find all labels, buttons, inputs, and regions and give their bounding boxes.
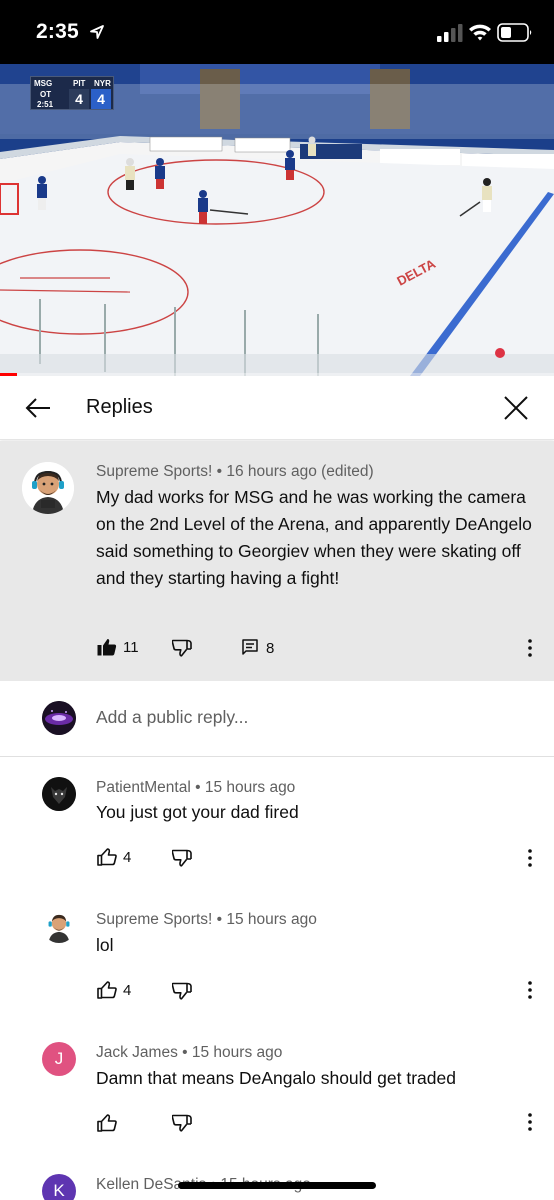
thumbs-up-icon bbox=[97, 1114, 117, 1132]
avatar[interactable] bbox=[22, 462, 74, 514]
thumbs-down-icon[interactable] bbox=[172, 639, 192, 657]
avatar-letter: J bbox=[54, 1049, 64, 1068]
more-vertical-icon[interactable] bbox=[525, 638, 535, 658]
thumbs-up-icon bbox=[97, 848, 117, 866]
location-arrow-icon bbox=[90, 25, 104, 39]
home-team: NYR bbox=[94, 79, 111, 88]
status-bar: 2:35 bbox=[0, 0, 554, 64]
thumbs-up-filled-icon bbox=[97, 639, 117, 656]
thumbs-down-icon[interactable] bbox=[172, 1114, 192, 1132]
like-button[interactable] bbox=[97, 1114, 117, 1132]
like-count: 4 bbox=[123, 981, 132, 999]
comment-icon bbox=[242, 639, 258, 655]
avatar[interactable] bbox=[42, 909, 76, 943]
thumbs-up-icon bbox=[97, 981, 117, 999]
status-time: 2:35 bbox=[36, 20, 79, 43]
close-icon[interactable] bbox=[502, 394, 530, 422]
more-vertical-icon[interactable] bbox=[525, 848, 535, 868]
replies-header: Replies bbox=[0, 376, 554, 440]
reply-input-row[interactable]: Add a public reply... bbox=[0, 681, 554, 757]
home-score: 4 bbox=[91, 89, 111, 109]
thumbs-down-icon[interactable] bbox=[172, 849, 192, 867]
reply-count: 8 bbox=[266, 639, 275, 657]
user-avatar-icon bbox=[42, 701, 76, 735]
scoreboard: MSG PIT NYR OT 2:51 4 4 bbox=[30, 76, 114, 110]
away-team: PIT bbox=[73, 79, 86, 88]
panther-avatar-icon bbox=[42, 777, 76, 811]
thumbs-down-icon[interactable] bbox=[172, 982, 192, 1000]
like-count: 11 bbox=[123, 638, 139, 656]
bitmoji-avatar-icon bbox=[42, 909, 76, 943]
comment-meta: Supreme Sports! • 16 hours ago (edited) bbox=[96, 463, 374, 480]
away-score: 4 bbox=[69, 89, 89, 109]
comment-meta: Jack James • 15 hours ago bbox=[96, 1044, 283, 1061]
comment-text: You just got your dad fired bbox=[96, 802, 299, 822]
reply-input[interactable]: Add a public reply... bbox=[96, 707, 248, 728]
like-count: 4 bbox=[123, 848, 132, 866]
like-button[interactable]: 11 bbox=[97, 638, 139, 656]
avatar[interactable]: J bbox=[42, 1042, 76, 1076]
video-player[interactable]: DELTA MSG PIT NYR OT 2:51 4 4 bbox=[0, 64, 554, 376]
more-vertical-icon[interactable] bbox=[525, 980, 535, 1000]
replies-title: Replies bbox=[86, 396, 153, 418]
avatar-letter: K bbox=[53, 1181, 65, 1200]
comment-text: My dad works for MSG and he was working … bbox=[96, 487, 532, 588]
game-clock: 2:51 bbox=[37, 100, 54, 109]
like-button[interactable]: 4 bbox=[97, 848, 131, 866]
cellular-signal-icon bbox=[437, 24, 463, 42]
parent-comment: Supreme Sports! • 16 hours ago (edited) … bbox=[0, 441, 554, 681]
avatar[interactable] bbox=[42, 777, 76, 811]
home-indicator bbox=[178, 1182, 376, 1189]
hockey-rink-frame: DELTA bbox=[0, 64, 554, 376]
comment-text: lol bbox=[96, 935, 114, 955]
battery-icon bbox=[497, 23, 532, 42]
game-period: OT bbox=[40, 90, 52, 99]
comment-meta: PatientMental • 15 hours ago bbox=[96, 779, 296, 796]
network-logo: MSG bbox=[34, 79, 53, 88]
more-vertical-icon[interactable] bbox=[525, 1112, 535, 1132]
like-button[interactable]: 4 bbox=[97, 981, 131, 999]
avatar[interactable]: K bbox=[42, 1174, 76, 1200]
comment-text: Damn that means DeAngalo should get trad… bbox=[96, 1068, 456, 1088]
bitmoji-avatar-icon bbox=[22, 462, 74, 514]
wifi-icon bbox=[469, 24, 491, 41]
avatar bbox=[42, 701, 76, 735]
replies-button[interactable]: 8 bbox=[242, 639, 274, 657]
comment-meta: Supreme Sports! • 15 hours ago bbox=[96, 911, 317, 928]
arrow-left-icon[interactable] bbox=[22, 394, 54, 422]
